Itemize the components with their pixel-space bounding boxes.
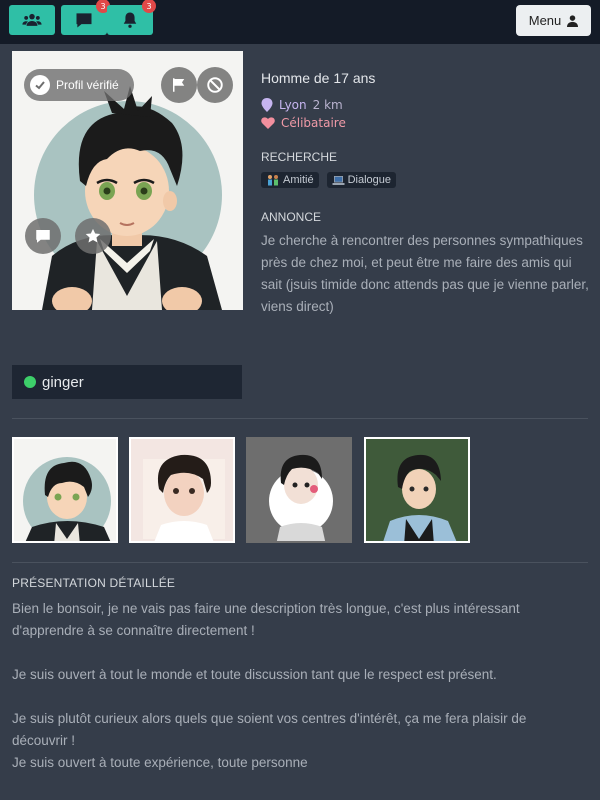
block-button[interactable] xyxy=(197,67,233,103)
presentation-text: Bien le bonsoir, je ne vais pas faire un… xyxy=(12,601,527,770)
profile-info: Homme de 17 ans Lyon 2 km Célibataire RE… xyxy=(261,70,591,318)
menu-button[interactable]: Menu xyxy=(516,5,591,36)
username: ginger xyxy=(42,373,84,391)
favorite-button[interactable] xyxy=(75,218,111,254)
map-pin-icon xyxy=(261,98,273,112)
tag-dialogue-label: Dialogue xyxy=(347,174,391,186)
tag-friendship-label: Amitié xyxy=(283,174,314,186)
users-icon xyxy=(22,13,42,26)
menu-label: Menu xyxy=(528,13,562,28)
divider xyxy=(12,418,588,419)
gallery-photo[interactable] xyxy=(129,437,235,543)
flag-icon xyxy=(173,78,185,92)
friends-button[interactable] xyxy=(9,5,55,35)
bell-icon xyxy=(123,12,137,28)
people-icon xyxy=(268,175,278,186)
divider xyxy=(12,562,588,563)
star-icon xyxy=(85,228,101,243)
relationship-status: Célibataire xyxy=(281,116,346,130)
notifications-badge: 3 xyxy=(142,0,156,13)
online-indicator xyxy=(24,376,36,388)
messages-button[interactable]: 3 xyxy=(61,0,110,35)
location-city: Lyon xyxy=(279,98,307,112)
tag-friendship: Amitié xyxy=(261,172,319,188)
verified-badge: Profil vérifié xyxy=(24,69,134,101)
presentation-heading: PRÉSENTATION DÉTAILLÉE xyxy=(12,576,176,590)
search-heading: RECHERCHE xyxy=(261,150,338,164)
tag-dialogue: Dialogue xyxy=(326,172,396,188)
location-row: Lyon 2 km xyxy=(261,98,591,112)
relationship-row: Célibataire xyxy=(261,116,591,130)
gallery-photo[interactable] xyxy=(246,437,352,543)
gallery-photo-image xyxy=(366,439,468,541)
annonce-heading: ANNONCE xyxy=(261,210,322,224)
gallery-photo-image xyxy=(131,439,233,541)
profile-title: Homme de 17 ans xyxy=(261,70,376,86)
gallery-photo-image xyxy=(14,439,116,541)
report-button[interactable] xyxy=(161,67,197,103)
annonce-text: Je cherche à rencontrer des personnes sy… xyxy=(261,233,589,314)
laptop-icon xyxy=(332,175,345,185)
verified-label: Profil vérifié xyxy=(56,78,119,92)
block-icon xyxy=(207,77,223,93)
username-bar: ginger xyxy=(12,365,242,399)
heart-icon xyxy=(261,117,275,129)
gallery-photo[interactable] xyxy=(364,437,470,543)
profile-photo[interactable]: Profil vérifié xyxy=(12,51,243,310)
message-button[interactable] xyxy=(25,218,61,254)
location-distance: 2 km xyxy=(312,98,343,112)
search-tags: Amitié Dialogue xyxy=(261,172,591,188)
gallery-photo[interactable] xyxy=(12,437,118,543)
user-icon xyxy=(567,14,579,27)
notifications-button[interactable]: 3 xyxy=(107,0,156,35)
chat-icon xyxy=(76,13,92,28)
chat-icon xyxy=(36,230,50,243)
top-bar: 3 3 Menu xyxy=(0,0,600,44)
check-icon xyxy=(30,75,50,95)
gallery-photo-image xyxy=(248,439,350,541)
